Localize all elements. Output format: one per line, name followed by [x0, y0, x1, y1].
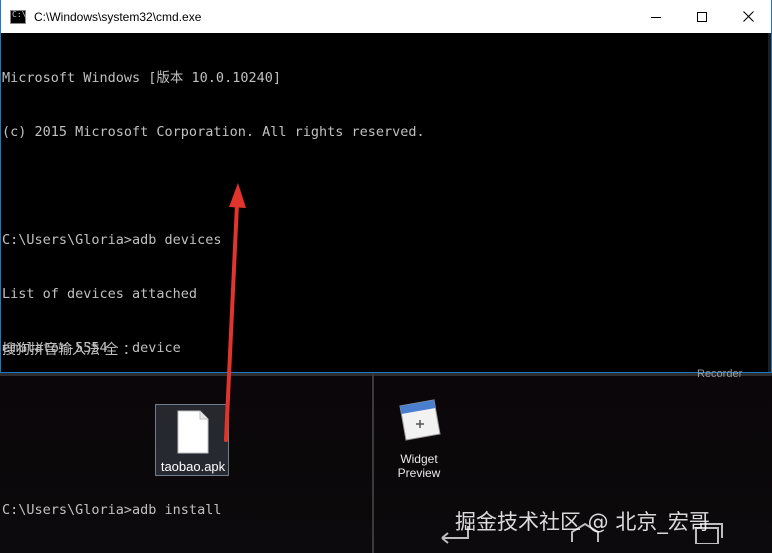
maximize-icon [697, 11, 707, 22]
apk-file-label: taobao.apk [160, 459, 226, 474]
maximize-button[interactable] [679, 0, 725, 33]
cmd-icon: C:\ [10, 9, 26, 24]
console-output[interactable]: Microsoft Windows [版本 10.0.10240] (c) 20… [2, 33, 770, 518]
console-line: Microsoft Windows [版本 10.0.10240] [2, 70, 281, 86]
widget-preview-icon [399, 399, 441, 441]
window-title: C:\Windows\system32\cmd.exe [34, 9, 202, 24]
widget-preview-app[interactable]: Widget Preview [388, 392, 450, 487]
console-line: (c) 2015 Microsoft Corporation. All righ… [2, 124, 425, 140]
close-icon [742, 11, 754, 22]
recorder-label: Recorder [697, 368, 743, 380]
widget-preview-label: Widget Preview [397, 452, 441, 480]
ime-status-bar: 搜狗拼音输入法 全 ： [2, 342, 137, 358]
minimize-button[interactable] [633, 0, 679, 33]
console-line: List of devices attached [2, 286, 198, 302]
console-scrollbar[interactable] [768, 33, 771, 372]
cmd-window[interactable]: C:\ C:\Windows\system32\cmd.exe Microsof… [0, 0, 772, 518]
watermark: 掘金技术社区 @ 北京_宏哥 [455, 510, 710, 534]
title-bar[interactable]: C:\ C:\Windows\system32\cmd.exe [1, 0, 771, 33]
minimize-icon [651, 16, 661, 18]
file-icon [177, 410, 209, 454]
close-button[interactable] [725, 0, 771, 33]
apk-file-icon-item[interactable]: taobao.apk [155, 404, 229, 476]
console-line: C:\Users\Gloria>adb devices [2, 232, 222, 248]
